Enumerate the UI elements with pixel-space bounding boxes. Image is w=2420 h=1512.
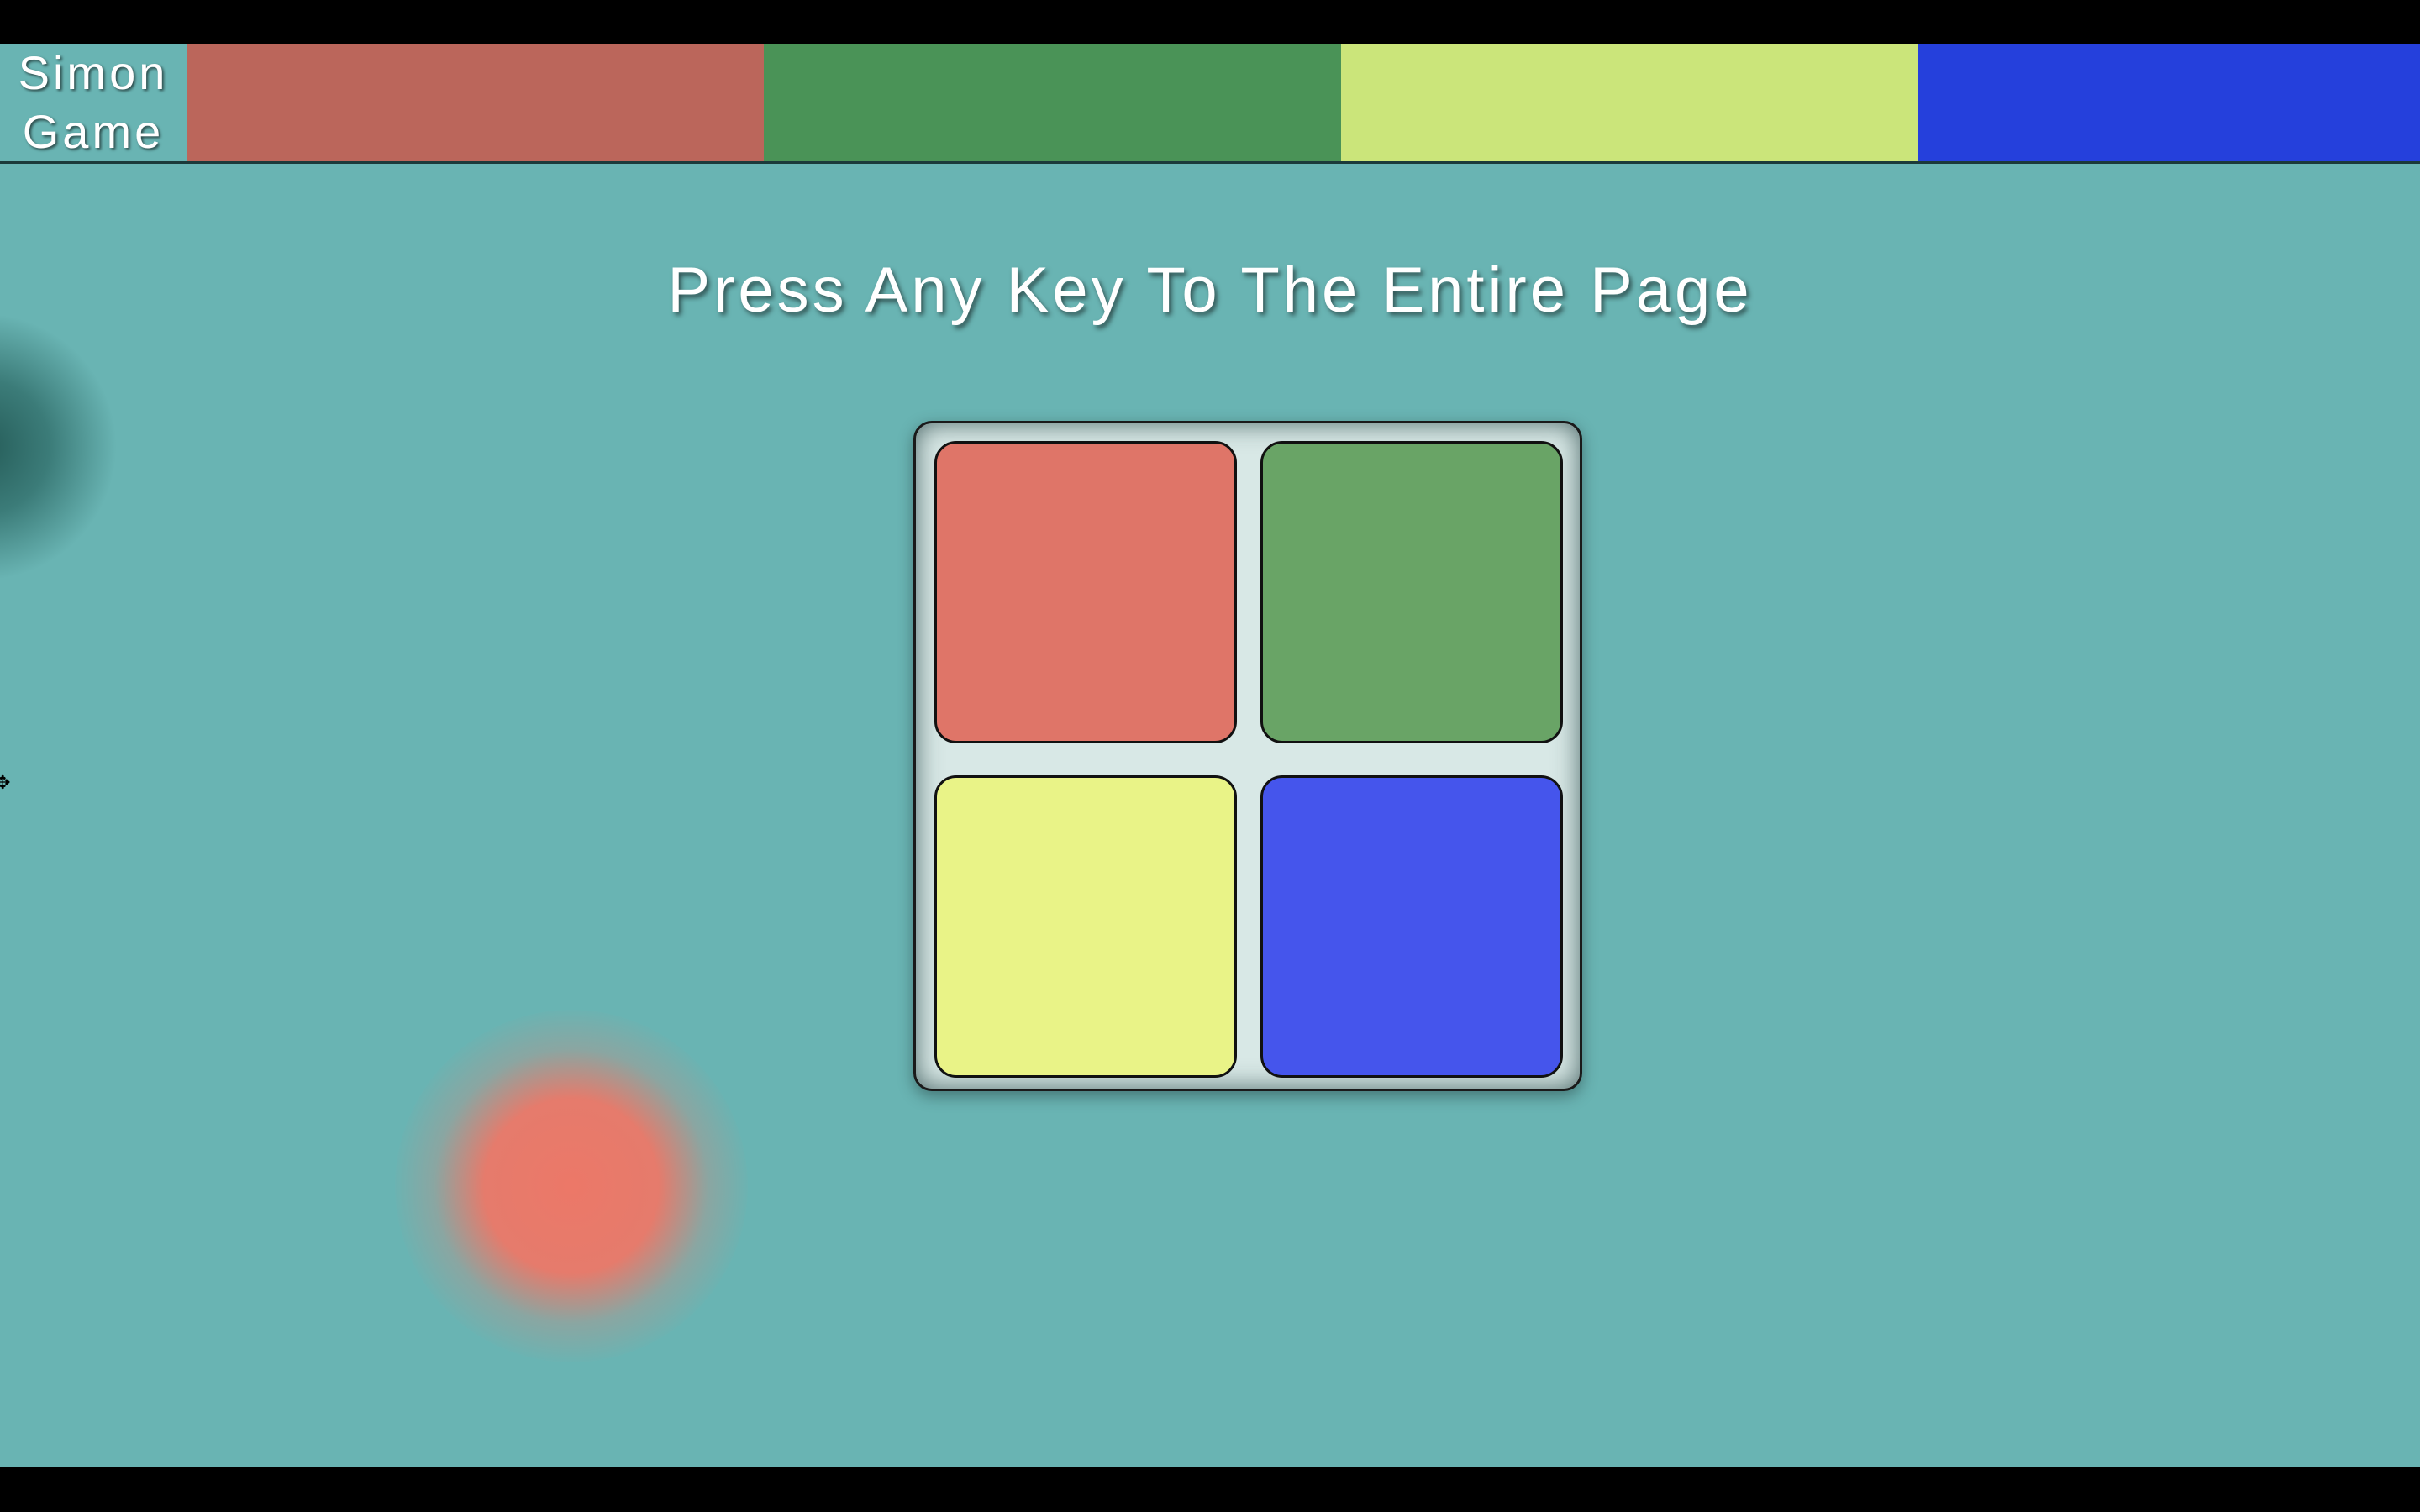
background-dark-glow [0, 312, 118, 581]
red-pad[interactable] [934, 441, 1237, 743]
navbar: Simon Game [0, 44, 2420, 164]
brand-line-2: Game [22, 105, 165, 158]
nav-swatch-green [764, 44, 1341, 161]
page-title: Press Any Key To The Entire Page [667, 255, 1753, 326]
nav-swatch-red [187, 44, 764, 161]
yellow-pad[interactable] [934, 775, 1237, 1078]
nav-swatch-blue [1918, 44, 2420, 161]
brand-logo[interactable]: Simon Game [0, 44, 187, 161]
background-coral-glow [395, 1010, 748, 1362]
brand-line-1: Simon [18, 46, 169, 99]
move-cursor-icon: ✥ [0, 772, 11, 793]
game-board [913, 421, 1582, 1091]
green-pad[interactable] [1260, 441, 1563, 743]
nav-swatch-yellow [1341, 44, 1918, 161]
game-page[interactable]: Simon Game Press Any Key To The Entire P… [0, 44, 2420, 1467]
blue-pad[interactable] [1260, 775, 1563, 1078]
